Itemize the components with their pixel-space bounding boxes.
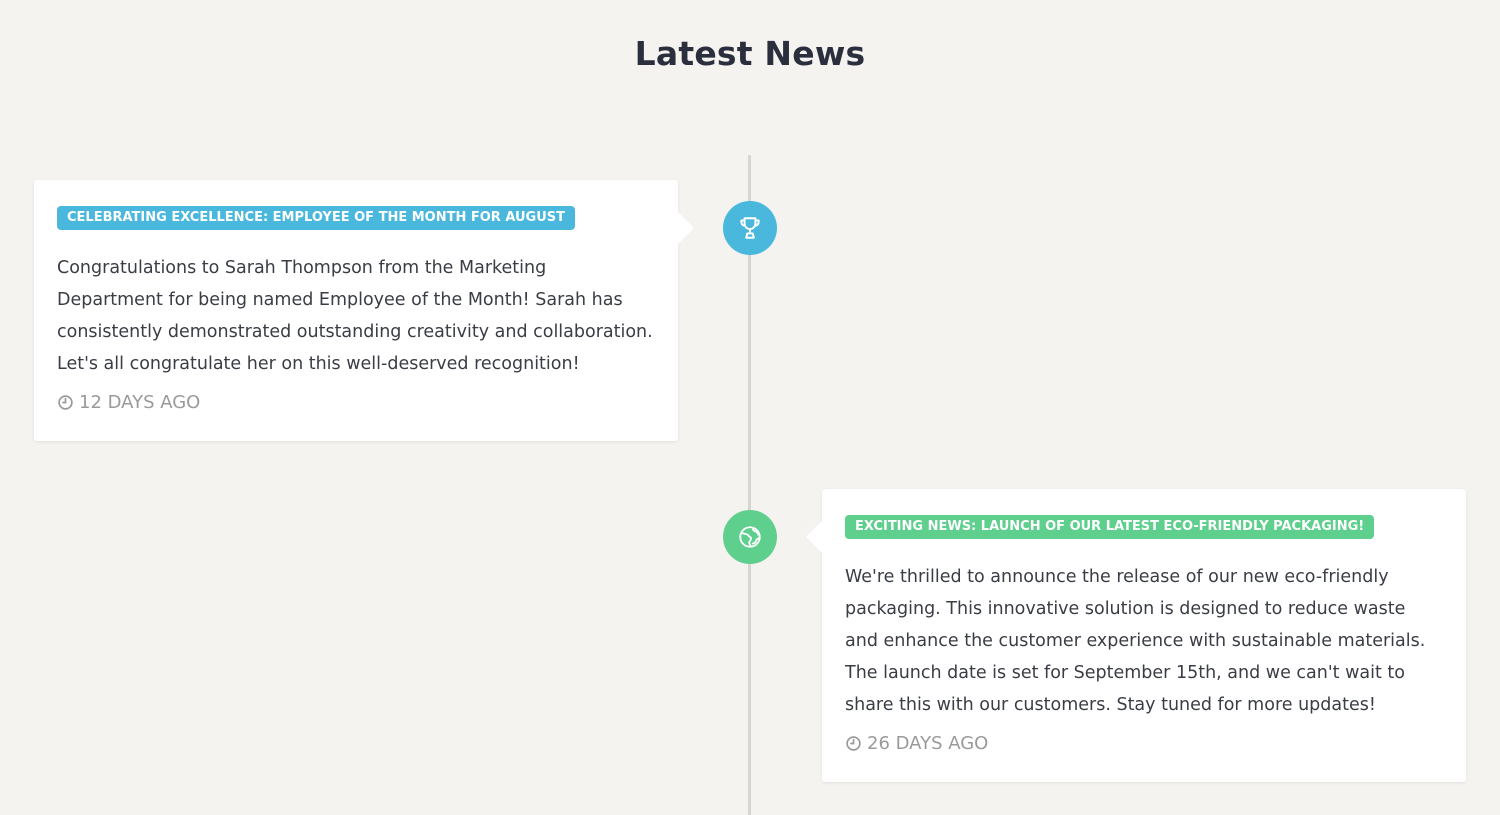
- news-tag-1[interactable]: CELEBRATING EXCELLENCE: EMPLOYEE OF THE …: [57, 206, 576, 230]
- timeline-marker-2: [723, 510, 777, 564]
- clock-icon: [58, 395, 73, 410]
- news-time-2: 26 DAYS AGO: [867, 733, 989, 754]
- news-card-2[interactable]: EXCITING NEWS: LAUNCH OF OUR LATEST ECO-…: [806, 489, 1466, 782]
- news-body-2: We're thrilled to announce the release o…: [845, 567, 1426, 715]
- news-time-row-1: 12 DAYS AGO: [57, 392, 655, 413]
- news-card-1[interactable]: CELEBRATING EXCELLENCE: EMPLOYEE OF THE …: [34, 180, 694, 441]
- news-tag-2[interactable]: EXCITING NEWS: LAUNCH OF OUR LATEST ECO-…: [845, 515, 1375, 539]
- clock-icon: [846, 736, 861, 751]
- timeline-marker-1: [723, 201, 777, 255]
- trophy-icon: [740, 217, 760, 239]
- news-time-row-2: 26 DAYS AGO: [845, 733, 1443, 754]
- page-title: Latest News: [634, 34, 866, 73]
- globe-icon: [739, 526, 761, 548]
- news-time-1: 12 DAYS AGO: [79, 392, 201, 413]
- news-body-1: Congratulations to Sarah Thompson from t…: [57, 258, 653, 374]
